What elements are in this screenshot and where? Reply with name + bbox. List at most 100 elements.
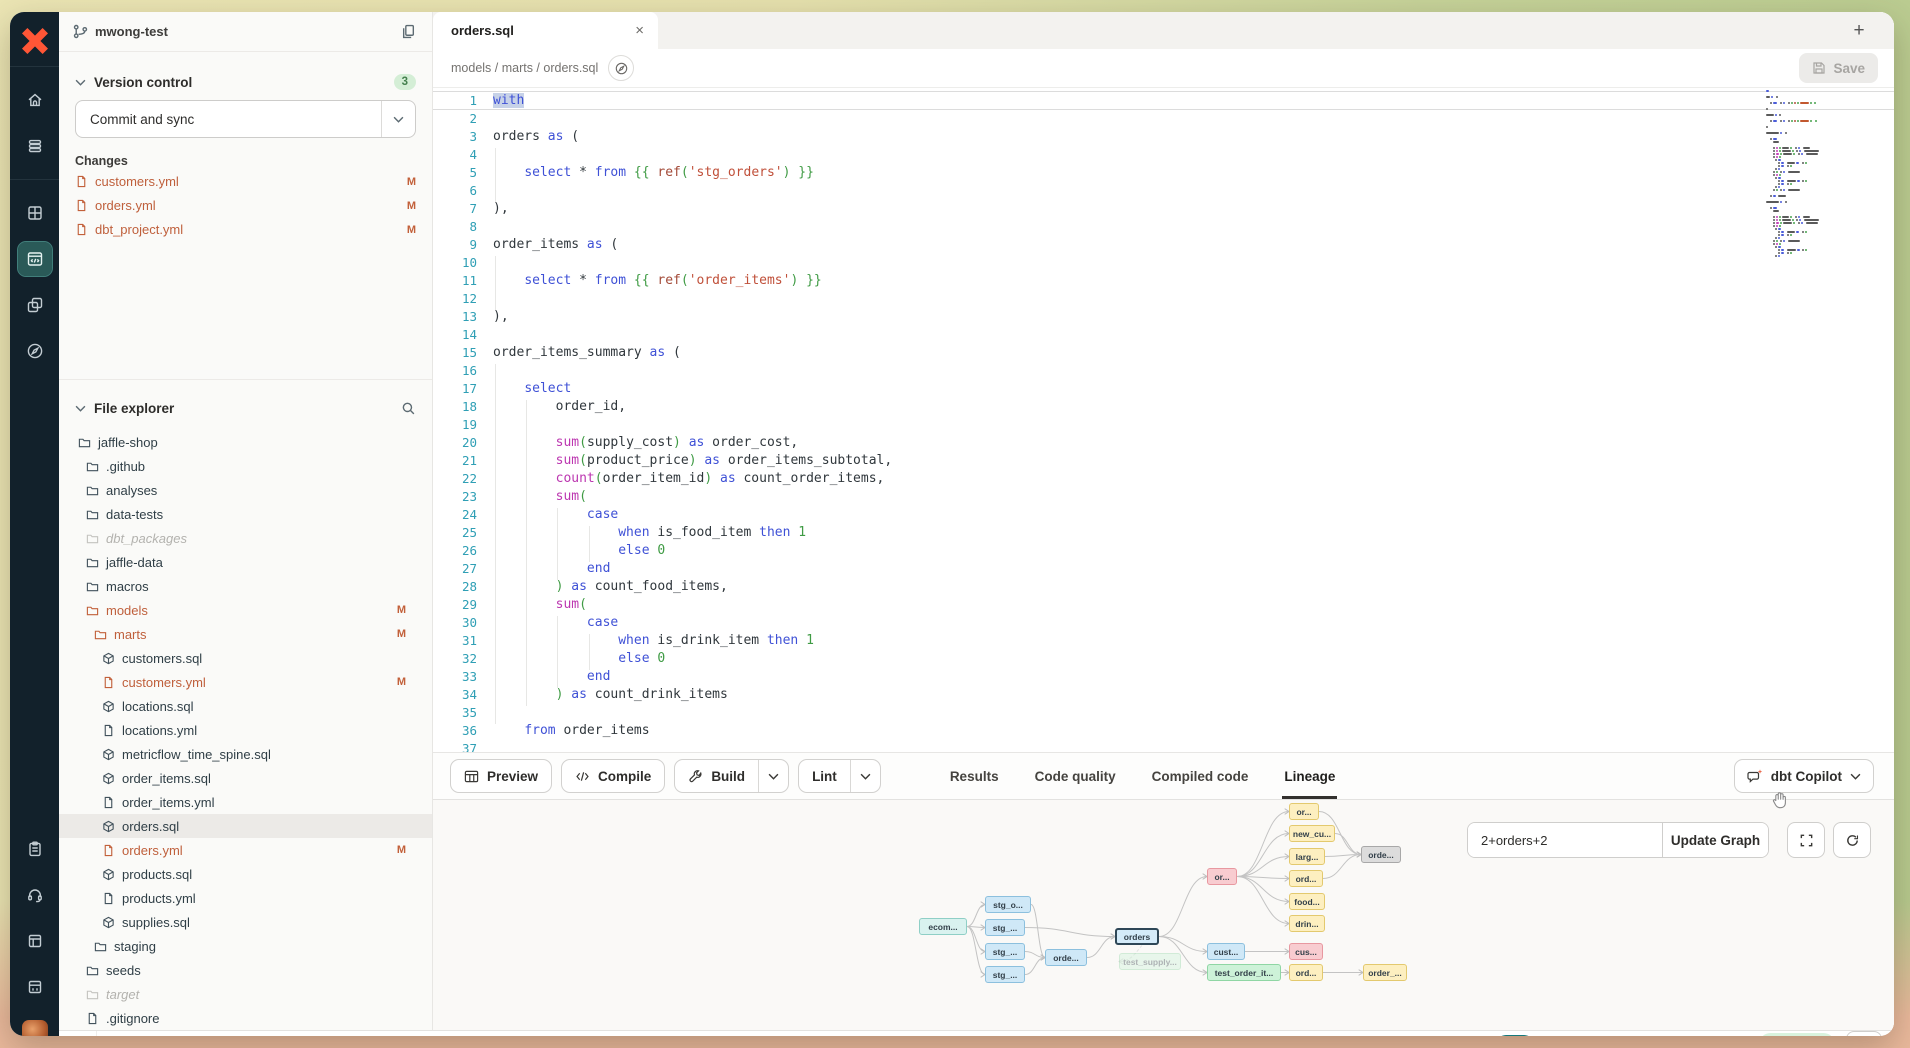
tree-item-products-yml[interactable]: products.yml (59, 886, 432, 910)
line-number[interactable]: 11 (433, 272, 477, 290)
organization-icon[interactable] (18, 970, 52, 1004)
line-number[interactable]: 5 (433, 164, 477, 182)
panel-tab-compiled-code[interactable]: Compiled code (1152, 753, 1249, 799)
file-explorer-header[interactable]: File explorer (59, 380, 432, 422)
panel-tab-code-quality[interactable]: Code quality (1035, 753, 1116, 799)
line-number[interactable]: 6 (433, 182, 477, 200)
update-graph-button[interactable]: Update Graph (1662, 823, 1768, 857)
line-number[interactable]: 13 (433, 308, 477, 326)
changed-file[interactable]: customers.ymlM (75, 171, 416, 192)
lineage-node-stg1[interactable]: stg_o... (985, 896, 1031, 913)
line-number[interactable]: 27 (433, 560, 477, 578)
line-number[interactable]: 25 (433, 524, 477, 542)
open-in-lineage-icon[interactable] (608, 55, 634, 81)
new-tab-button[interactable]: + (1846, 20, 1872, 42)
lineage-node-stg3[interactable]: stg_... (985, 943, 1025, 960)
lineage-node-orders[interactable]: orders (1115, 928, 1159, 945)
tree-item-locations-yml[interactable]: locations.yml (59, 718, 432, 742)
line-number[interactable]: 35 (433, 704, 477, 722)
lineage-node-y1[interactable]: or... (1289, 803, 1319, 820)
lineage-node-testsup[interactable]: test_supply... (1119, 953, 1181, 970)
search-icon[interactable] (401, 401, 416, 416)
line-number[interactable]: 30 (433, 614, 477, 632)
lineage-node-orp[interactable]: or... (1207, 868, 1237, 885)
line-number[interactable]: 32 (433, 650, 477, 668)
lineage-node-testoi[interactable]: test_order_it... (1207, 964, 1281, 981)
lineage-node-cust[interactable]: cust... (1207, 943, 1245, 960)
environments-icon[interactable] (18, 129, 52, 163)
tree-item--github[interactable]: .github (59, 454, 432, 478)
lint-button[interactable]: Lint (798, 759, 881, 793)
version-control-header[interactable]: Version control 3 (75, 52, 416, 96)
line-number[interactable]: 33 (433, 668, 477, 686)
line-number[interactable]: 14 (433, 326, 477, 344)
projects-icon[interactable] (18, 288, 52, 322)
lineage-selector-input[interactable] (1468, 823, 1662, 857)
lineage-node-y2[interactable]: new_cu... (1289, 825, 1335, 842)
line-number[interactable]: 3 (433, 128, 477, 146)
lineage-node-y4[interactable]: ord... (1289, 870, 1323, 887)
changed-file[interactable]: dbt_project.ymlM (75, 219, 416, 240)
line-number[interactable]: 20 (433, 434, 477, 452)
line-number[interactable]: 4 (433, 146, 477, 164)
line-number[interactable]: 28 (433, 578, 477, 596)
lint-options-chevron[interactable] (850, 760, 880, 792)
tree-item-supplies-sql[interactable]: supplies.sql (59, 910, 432, 934)
line-number[interactable]: 24 (433, 506, 477, 524)
line-number[interactable]: 18 (433, 398, 477, 416)
support-icon[interactable] (18, 878, 52, 912)
build-options-chevron[interactable] (758, 760, 788, 792)
panel-tab-lineage[interactable]: Lineage (1284, 753, 1335, 799)
copy-branch-icon[interactable] (401, 24, 416, 39)
line-number[interactable]: 26 (433, 542, 477, 560)
commit-options-chevron[interactable] (381, 101, 415, 137)
line-number[interactable]: 23 (433, 488, 477, 506)
tree-item-marts[interactable]: martsM (59, 622, 432, 646)
build-button[interactable]: Build (674, 759, 789, 793)
line-number[interactable]: 8 (433, 218, 477, 236)
line-number[interactable]: 10 (433, 254, 477, 272)
line-number[interactable]: 36 (433, 722, 477, 740)
docs-icon[interactable] (18, 924, 52, 958)
refresh-button[interactable] (1833, 822, 1871, 858)
line-number[interactable]: 17 (433, 380, 477, 398)
line-number[interactable]: 2 (433, 110, 477, 128)
line-number[interactable]: 7 (433, 200, 477, 218)
panel-tab-results[interactable]: Results (950, 753, 999, 799)
save-button[interactable]: Save (1799, 53, 1878, 83)
line-number[interactable]: 19 (433, 416, 477, 434)
tree-item-macros[interactable]: macros (59, 574, 432, 598)
tree-item-analyses[interactable]: analyses (59, 478, 432, 502)
tree-item-order-items-sql[interactable]: order_items.sql (59, 766, 432, 790)
dbt-copilot-button[interactable]: dbt Copilot (1734, 759, 1874, 793)
compile-button[interactable]: Compile (561, 759, 665, 793)
tree-item-jaffle-shop[interactable]: jaffle-shop (59, 430, 432, 454)
minimap[interactable] (1766, 90, 1832, 258)
defer-toggle[interactable]: ✓ (1496, 1035, 1534, 1037)
preview-button[interactable]: Preview (450, 759, 552, 793)
tree-item-products-sql[interactable]: products.sql (59, 862, 432, 886)
more-options-button[interactable]: ••• (1846, 1031, 1882, 1037)
expand-command-bar-icon[interactable] (59, 1031, 97, 1036)
home-icon[interactable] (18, 83, 52, 117)
tree-item-orders-yml[interactable]: orders.ymlM (59, 838, 432, 862)
commit-and-sync-button[interactable]: Commit and sync (75, 100, 416, 138)
line-number[interactable]: 12 (433, 290, 477, 308)
tree-item-staging[interactable]: staging (59, 934, 432, 958)
lineage-node-y6[interactable]: drin... (1289, 915, 1325, 932)
tree-item--gitignore[interactable]: .gitignore (59, 1006, 432, 1030)
tree-item-customers-yml[interactable]: customers.ymlM (59, 670, 432, 694)
lineage-node-orde1[interactable]: orde... (1045, 949, 1087, 966)
dashboard-icon[interactable] (18, 196, 52, 230)
line-number[interactable]: 16 (433, 362, 477, 380)
tree-item-jaffle-data[interactable]: jaffle-data (59, 550, 432, 574)
lineage-node-ecom[interactable]: ecom... (919, 918, 967, 935)
lineage-node-y8[interactable]: order_... (1363, 964, 1407, 981)
changelog-icon[interactable] (18, 832, 52, 866)
tree-item-dbt-packages[interactable]: dbt_packages (59, 526, 432, 550)
tree-item-data-tests[interactable]: data-tests (59, 502, 432, 526)
tree-item-target[interactable]: target (59, 982, 432, 1006)
tree-item-customers-sql[interactable]: customers.sql (59, 646, 432, 670)
line-number[interactable]: 1 (433, 92, 477, 109)
line-number[interactable]: 31 (433, 632, 477, 650)
